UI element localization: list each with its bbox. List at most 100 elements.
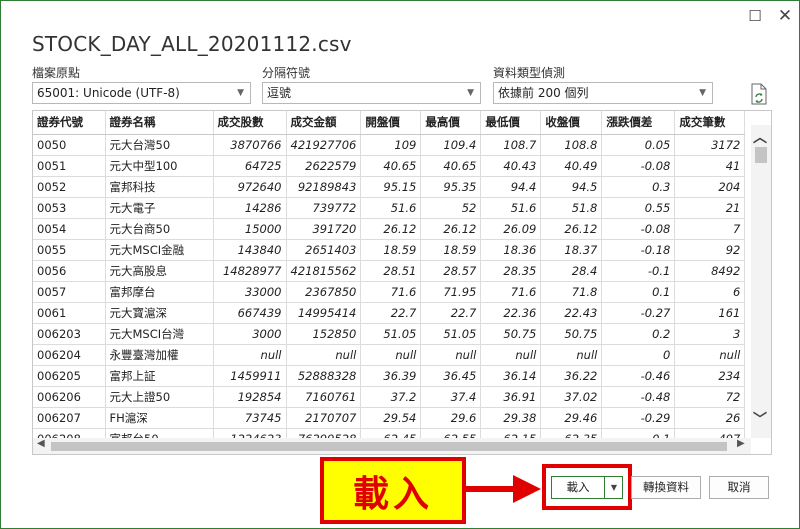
table-cell: 37.2 <box>360 386 422 408</box>
file-origin-value: 65001: Unicode (UTF-8) <box>37 86 180 100</box>
vertical-scrollbar[interactable]: ︿ ﹀ <box>751 125 771 438</box>
table-cell: 21 <box>674 197 746 219</box>
close-button[interactable]: ✕ <box>771 5 799 27</box>
table-cell: -0.48 <box>601 386 676 408</box>
table-cell: 26.12 <box>420 218 482 240</box>
column-header[interactable]: 收盤價 <box>540 111 603 135</box>
table-cell: null <box>286 344 362 366</box>
table-cell: 0056 <box>33 260 106 282</box>
scroll-down-icon[interactable]: ﹀ <box>753 409 767 429</box>
table-cell: 391720 <box>286 218 362 240</box>
table-cell: 109 <box>360 134 422 156</box>
scroll-right-icon[interactable]: ▶ <box>737 438 745 449</box>
table-cell: 29.46 <box>540 407 603 429</box>
table-cell: 富邦摩台 <box>105 281 214 303</box>
table-cell: 161 <box>674 302 746 324</box>
table-cell: -0.29 <box>601 407 676 429</box>
table-cell: 22.7 <box>360 302 422 324</box>
table-cell: 51.05 <box>360 323 422 345</box>
refresh-icon[interactable] <box>749 83 769 105</box>
table-cell: 73745 <box>213 407 287 429</box>
table-cell: 143840 <box>213 239 287 261</box>
load-button-divider <box>604 477 605 498</box>
table-cell: null <box>540 344 603 366</box>
table-cell: 40.43 <box>480 155 542 177</box>
table-cell: 41 <box>674 155 746 177</box>
table-cell: null <box>213 344 287 366</box>
cancel-button[interactable]: 取消 <box>709 476 769 499</box>
column-header[interactable]: 開盤價 <box>360 111 422 135</box>
table-cell: 421927706 <box>286 134 362 156</box>
table-cell: 52888328 <box>286 365 362 387</box>
table-cell: 36.14 <box>480 365 542 387</box>
table-cell: 51.6 <box>360 197 422 219</box>
maximize-button[interactable]: ☐ <box>741 5 769 27</box>
type-detection-select[interactable]: 依據前 200 個列 ▼ <box>493 82 713 104</box>
delimiter-select[interactable]: 逗號 ▼ <box>262 82 481 104</box>
column-header[interactable]: 最高價 <box>420 111 482 135</box>
column-header[interactable]: 成交筆數 <box>674 111 746 135</box>
chevron-down-icon[interactable]: ▼ <box>606 477 622 498</box>
table-cell: 28.4 <box>540 260 603 282</box>
import-dialog: ☐ ✕ STOCK_DAY_ALL_20201112.csv 檔案原點 6500… <box>0 0 800 529</box>
table-cell: 元大台商50 <box>105 218 214 240</box>
table-cell: 28.51 <box>360 260 422 282</box>
transform-data-button[interactable]: 轉換資料 <box>631 476 701 499</box>
table-cell: 108.8 <box>540 134 603 156</box>
table-cell: 28.35 <box>480 260 542 282</box>
table-cell: 95.35 <box>420 176 482 198</box>
table-cell: 18.59 <box>420 239 482 261</box>
column-header[interactable]: 成交股數 <box>213 111 287 135</box>
table-cell: 006206 <box>33 386 106 408</box>
table-cell: 51.05 <box>420 323 482 345</box>
table-cell: 108.7 <box>480 134 542 156</box>
table-cell: 006204 <box>33 344 106 366</box>
load-button[interactable]: 載入 ▼ <box>551 476 623 499</box>
horizontal-scrollbar[interactable]: ◀ ▶ <box>33 438 751 454</box>
table-cell: -0.08 <box>601 218 676 240</box>
table-cell: 40.65 <box>360 155 422 177</box>
table-row: 0053 元大電子 14286 739772 51.6 52 51.6 51.8 0.55 21 <box>33 197 746 219</box>
table-cell: 0055 <box>33 239 106 261</box>
table-row: 0057 富邦摩台 33000 2367850 71.6 71.95 71.6 71.8 0.1… <box>33 281 746 303</box>
file-origin-select[interactable]: 65001: Unicode (UTF-8) ▼ <box>32 82 251 104</box>
table-cell: 26.12 <box>360 218 422 240</box>
table-cell: 富邦科技 <box>105 176 214 198</box>
table-cell: null <box>360 344 422 366</box>
table-cell: 421815562 <box>286 260 362 282</box>
column-header[interactable]: 證券代號 <box>33 111 106 135</box>
column-header[interactable]: 證券名稱 <box>105 111 214 135</box>
table-cell: 0051 <box>33 155 106 177</box>
column-header[interactable]: 成交金額 <box>286 111 362 135</box>
horizontal-scroll-thumb[interactable] <box>51 442 727 451</box>
table-row: 006206 元大上證50 192854 7160761 37.2 37.4 36.91 37… <box>33 386 746 408</box>
table-cell: 26 <box>674 407 746 429</box>
file-origin-label: 檔案原點 <box>32 66 81 80</box>
table-cell: 0.3 <box>601 176 676 198</box>
scroll-up-icon[interactable]: ︿ <box>753 127 767 147</box>
table-cell: 50.75 <box>540 323 603 345</box>
table-cell: 元大MSCI台灣 <box>105 323 214 345</box>
table-cell: 元大台灣50 <box>105 134 214 156</box>
table-cell: 95.15 <box>360 176 422 198</box>
table-cell: 33000 <box>213 281 287 303</box>
load-button-label: 載入 <box>566 480 590 494</box>
vertical-scroll-thumb[interactable] <box>755 147 767 163</box>
column-header[interactable]: 漲跌價差 <box>601 111 676 135</box>
column-header[interactable]: 最低價 <box>480 111 542 135</box>
table-cell: 0.1 <box>601 281 676 303</box>
table-cell: 92 <box>674 239 746 261</box>
table-cell: 22.7 <box>420 302 482 324</box>
scroll-left-icon[interactable]: ◀ <box>37 438 45 449</box>
table-cell: 51.6 <box>480 197 542 219</box>
table-cell: 15000 <box>213 218 287 240</box>
table-cell: 29.54 <box>360 407 422 429</box>
table-cell: 2622579 <box>286 155 362 177</box>
chevron-down-icon: ▼ <box>699 88 706 98</box>
table-cell: 18.59 <box>360 239 422 261</box>
delimiter-label: 分隔符號 <box>262 66 311 80</box>
table-row: 0061 元大寶滬深 667439 14995414 22.7 22.7 22.36 22.4… <box>33 302 746 324</box>
table-cell: 37.4 <box>420 386 482 408</box>
table-cell: 2170707 <box>286 407 362 429</box>
table-cell: 0054 <box>33 218 106 240</box>
